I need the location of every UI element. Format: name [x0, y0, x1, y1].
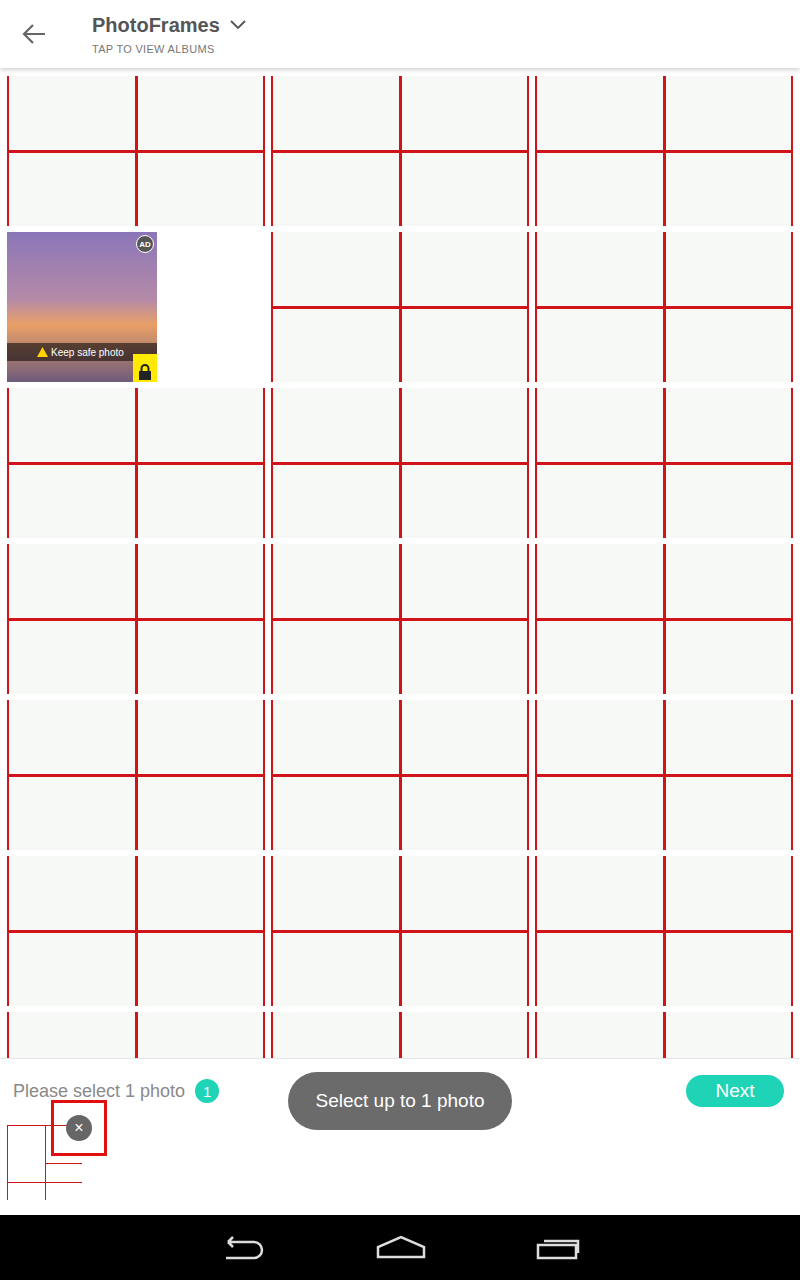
home-icon[interactable] [376, 1235, 426, 1261]
close-highlight: × [51, 1100, 107, 1156]
frame-cell[interactable] [271, 544, 529, 694]
frame-cell[interactable] [271, 76, 529, 226]
warning-icon [37, 347, 48, 357]
frame-cell[interactable] [535, 700, 793, 850]
frame-cell[interactable] [535, 76, 793, 226]
frame-cell[interactable] [535, 232, 793, 382]
frame-cell[interactable] [7, 544, 265, 694]
frame-cell[interactable] [271, 388, 529, 538]
ad-cell[interactable]: ADKeep safe photo [7, 232, 265, 382]
chevron-down-icon [230, 20, 246, 30]
frame-cell[interactable] [7, 76, 265, 226]
next-button[interactable]: Next [686, 1075, 784, 1107]
album-selector[interactable]: PhotoFrames TAP TO VIEW ALBUMS [92, 14, 246, 55]
lock-badge [133, 354, 157, 382]
frame-grid: ADKeep safe photo [0, 68, 800, 1058]
subtitle: TAP TO VIEW ALBUMS [92, 43, 246, 55]
frame-cell[interactable] [535, 856, 793, 1006]
toast: Select up to 1 photo [288, 1072, 512, 1130]
screen: PhotoFrames TAP TO VIEW ALBUMS ADKeep safe… [0, 0, 800, 1280]
frame-cell[interactable] [271, 700, 529, 850]
select-prompt: Please select 1 photo [13, 1081, 185, 1102]
frame-cell[interactable] [7, 1012, 265, 1058]
count-badge: 1 [195, 1079, 219, 1103]
back-arrow-icon[interactable] [20, 20, 48, 48]
ad-image[interactable]: ADKeep safe photo [7, 232, 157, 382]
frame-cell[interactable] [271, 856, 529, 1006]
frame-cell[interactable] [7, 388, 265, 538]
recents-icon[interactable] [536, 1235, 582, 1261]
title: PhotoFrames [92, 14, 220, 37]
frame-cell[interactable] [7, 700, 265, 850]
frame-cell[interactable] [535, 388, 793, 538]
lock-icon [138, 364, 152, 380]
frame-cell[interactable] [535, 1012, 793, 1058]
frame-cell[interactable] [535, 544, 793, 694]
frame-cell[interactable] [7, 856, 265, 1006]
ad-badge: AD [136, 235, 154, 253]
nav-bar [0, 1215, 800, 1280]
back-icon[interactable] [218, 1235, 266, 1261]
frame-cell[interactable] [271, 1012, 529, 1058]
selected-thumbnail[interactable]: × [7, 1125, 82, 1200]
frame-cell[interactable] [271, 232, 529, 382]
remove-button[interactable]: × [66, 1115, 92, 1141]
header: PhotoFrames TAP TO VIEW ALBUMS [0, 0, 800, 68]
